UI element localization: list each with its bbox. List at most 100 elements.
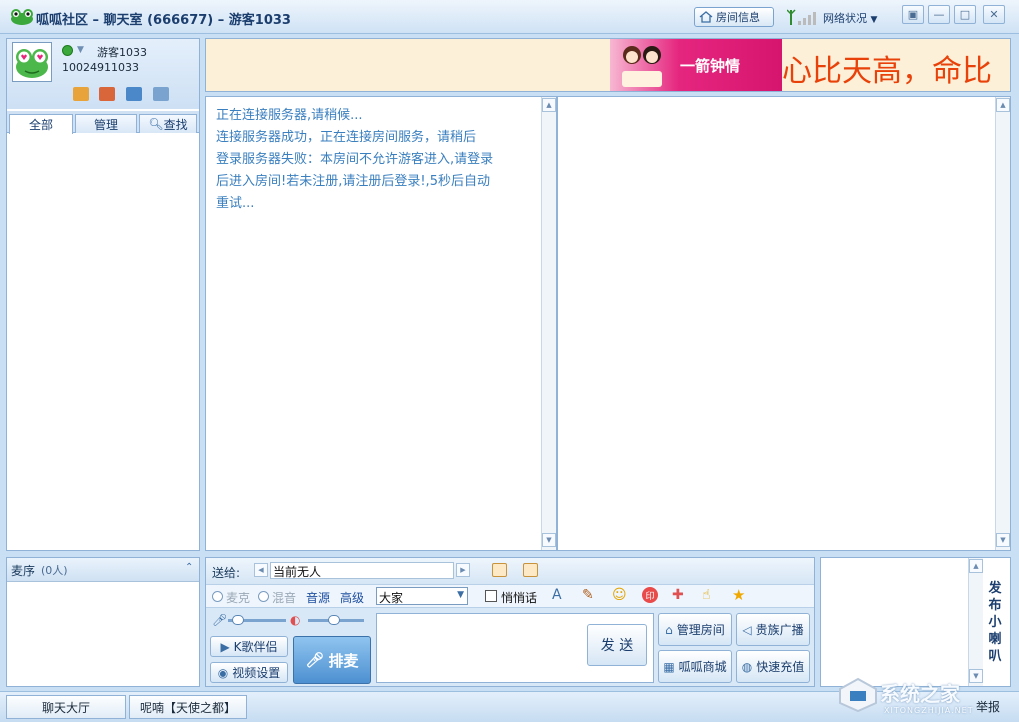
speaker-volume-slider[interactable] xyxy=(308,615,364,625)
network-status-menu[interactable]: 网络状况 ▼ xyxy=(823,10,877,26)
tab-current-room[interactable]: 呢喃【天使之都】 xyxy=(129,695,247,719)
schedule-icon[interactable] xyxy=(523,563,538,577)
manage-room-button[interactable]: ⌂ 管理房间 xyxy=(658,613,732,646)
mic-volume-thumb[interactable] xyxy=(232,615,244,625)
chat-message-list: 正在连接服务器,请稍候... 连接服务器成功，正在连接房间服务，请稍后 登录服务… xyxy=(216,105,534,215)
scroll-up-icon[interactable]: ▲ xyxy=(996,98,1010,112)
play-icon: ▶ xyxy=(220,639,230,654)
skin-button[interactable]: ▣ xyxy=(902,5,924,24)
user-list-tabs: 全部 管理 🔍︎ 查找 xyxy=(7,111,199,134)
font-icon[interactable]: A xyxy=(552,587,562,603)
scroll-up-icon[interactable]: ▲ xyxy=(542,98,556,112)
signal-strength-icon xyxy=(787,9,816,25)
room-info-button[interactable]: 房间信息 xyxy=(694,7,774,27)
speaker-volume-thumb[interactable] xyxy=(328,615,340,625)
close-button[interactable]: ✕ xyxy=(983,5,1005,24)
tab-all-label: 全部 xyxy=(28,118,53,132)
ad-image[interactable]: 一箭钟情 xyxy=(610,39,782,91)
tab-search[interactable]: 🔍︎ 查找 xyxy=(139,114,197,133)
whisper-checkbox[interactable] xyxy=(485,590,497,602)
chevron-down-icon[interactable]: ▼ xyxy=(77,45,84,55)
recipient-field[interactable]: 当前无人 xyxy=(270,562,454,579)
mailbox-icon[interactable] xyxy=(99,87,115,101)
private-chat-scrollbar[interactable]: ▲ ▼ xyxy=(995,97,1010,550)
ad-banner[interactable]: 一箭钟情 心比天高，命比 xyxy=(205,38,1011,92)
calendar-icon[interactable] xyxy=(153,87,169,101)
minimize-icon: — xyxy=(933,8,945,21)
shop-button[interactable]: ▦ 呱呱商城 xyxy=(658,650,732,683)
queue-mic-label: 排麦 xyxy=(328,651,359,670)
gift-icon[interactable]: ✚ xyxy=(672,587,684,603)
online-status-icon[interactable] xyxy=(62,45,73,56)
chat-message: 正在连接服务器,请稍候... xyxy=(216,108,363,123)
send-to-label: 送给: xyxy=(212,566,241,580)
watermark-text: 系统之家 xyxy=(880,682,960,706)
scroll-down-icon[interactable]: ▼ xyxy=(996,533,1010,547)
mic-queue-panel: 麦序 (0人) ⌃ xyxy=(6,557,200,687)
profile-card: ▼ 游客1033 10024911033 xyxy=(7,39,199,109)
coins-icon: ◍ xyxy=(741,659,753,674)
mix-radio[interactable] xyxy=(258,591,269,602)
stamp-icon[interactable]: 印 xyxy=(642,587,658,603)
scroll-down-icon[interactable]: ▼ xyxy=(542,533,556,547)
chat-tool-row: 麦克 混音 音源 高级 大家 ▼ 悄悄话 A ✎ ☺ 印 ✚ ☝ ★ xyxy=(206,584,814,608)
frog-avatar-icon xyxy=(16,49,48,78)
scroll-up-icon[interactable]: ▲ xyxy=(969,559,983,573)
mic-label: 麦克 xyxy=(226,591,251,605)
vip-broadcast-label: 贵族广播 xyxy=(755,623,804,637)
private-chat-area[interactable]: ▲ ▼ xyxy=(557,96,1011,551)
frog-logo-icon xyxy=(11,9,33,25)
star-icon[interactable]: ★ xyxy=(732,586,745,604)
publish-broadcast-button[interactable]: 发布小喇叭 xyxy=(986,580,1004,665)
site-watermark: 系统之家 XITONGZHIJIA.NET xyxy=(838,670,1016,720)
nickname: 游客1033 xyxy=(97,46,147,59)
calendar-icon[interactable] xyxy=(492,563,507,577)
emoji-icon[interactable]: ☺ xyxy=(612,587,627,603)
maximize-button[interactable]: □ xyxy=(954,5,976,24)
title-bar: 呱呱社区 – 聊天室 (666677) – 游客1033 房间信息 网络状况 ▼… xyxy=(0,0,1019,34)
collapse-icon[interactable]: ⌃ xyxy=(185,562,193,573)
shop-label: 呱呱商城 xyxy=(678,660,727,674)
watermark-url: XITONGZHIJIA.NET xyxy=(884,706,974,715)
recharge-button[interactable]: ◍ 快速充值 xyxy=(736,650,810,683)
whisper-label: 悄悄话 xyxy=(501,591,538,605)
search-icon: 🔍︎ xyxy=(148,117,164,131)
mic-volume-slider[interactable] xyxy=(228,615,286,625)
karaoke-label: K歌伴侣 xyxy=(233,640,278,654)
audience-value: 大家 xyxy=(379,591,404,605)
public-chat-area[interactable]: 正在连接服务器,请稍候... 连接服务器成功，正在连接房间服务，请稍后 登录服务… xyxy=(205,96,557,551)
profile-card-icon[interactable] xyxy=(126,87,142,101)
video-settings-button[interactable]: ◉ 视频设置 xyxy=(210,662,288,683)
thumb-icon[interactable]: ☝ xyxy=(702,587,711,603)
send-to-row: 送给: ◀ 当前无人 ▶ xyxy=(206,558,814,584)
broadcast-scrollbar[interactable]: ▲ ▼ xyxy=(968,558,983,686)
chat-message: 连接服务器成功，正在连接房间服务，请稍后 xyxy=(216,130,477,145)
tab-chat-hall-label: 聊天大厅 xyxy=(41,700,90,715)
advanced-link[interactable]: 高级 xyxy=(340,589,364,606)
broadcast-panel: ▲ ▼ xyxy=(820,557,1011,687)
queue-mic-button[interactable]: 🎤︎ 排麦 xyxy=(293,636,371,684)
avatar[interactable] xyxy=(12,42,52,82)
chevron-down-icon: ▼ xyxy=(457,590,464,600)
audience-select[interactable]: 大家 ▼ xyxy=(376,587,468,605)
tab-all[interactable]: 全部 xyxy=(9,114,73,134)
vip-broadcast-button[interactable]: ◁ 贵族广播 xyxy=(736,613,810,646)
next-recipient-icon[interactable]: ▶ xyxy=(456,563,470,577)
minimize-button[interactable]: — xyxy=(928,5,950,24)
wallet-icon[interactable] xyxy=(73,87,89,101)
shop-icon: ▦ xyxy=(663,659,675,674)
send-button[interactable]: 发 送 xyxy=(587,624,647,666)
tab-admin[interactable]: 管理 xyxy=(75,114,137,133)
public-chat-scrollbar[interactable]: ▲ ▼ xyxy=(541,97,556,550)
tab-admin-label: 管理 xyxy=(93,117,118,132)
tab-chat-hall[interactable]: 聊天大厅 xyxy=(6,695,126,719)
mic-radio[interactable] xyxy=(212,591,223,602)
prev-recipient-icon[interactable]: ◀ xyxy=(254,563,268,577)
tab-search-label: 查找 xyxy=(163,117,188,132)
brush-icon[interactable]: ✎ xyxy=(582,587,594,603)
audio-source-link[interactable]: 音源 xyxy=(306,589,330,606)
karaoke-button[interactable]: ▶ K歌伴侣 xyxy=(210,636,288,657)
mic-queue-count: (0人) xyxy=(41,564,68,577)
microphone-icon: 🎤︎ xyxy=(305,651,325,669)
speaker-mute-icon[interactable]: ◐ xyxy=(290,613,300,627)
